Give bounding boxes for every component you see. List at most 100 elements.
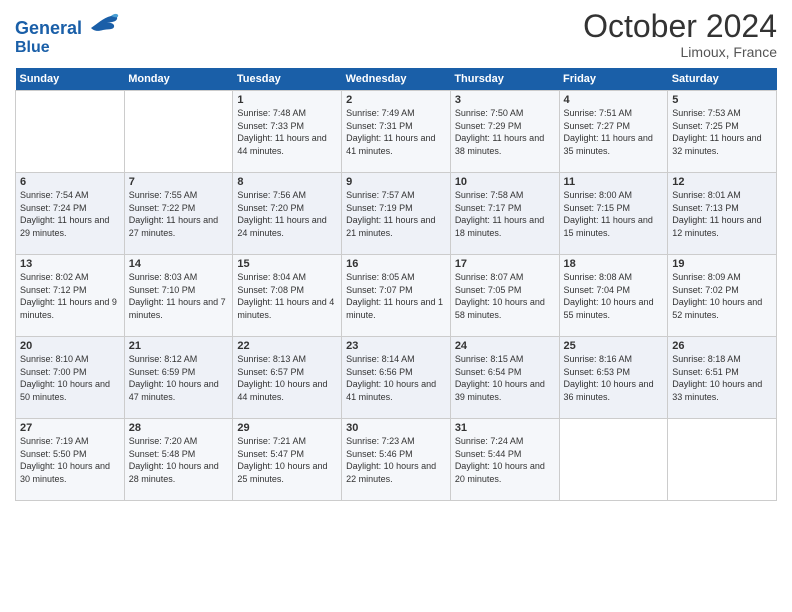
day-header-wednesday: Wednesday [342, 68, 451, 91]
day-number: 8 [237, 176, 337, 188]
day-number: 2 [346, 94, 446, 106]
day-number: 18 [564, 258, 664, 270]
calendar-cell: 30Sunrise: 7:23 AM Sunset: 5:46 PM Dayli… [342, 419, 451, 501]
logo-general: General [15, 18, 82, 38]
week-row-3: 13Sunrise: 8:02 AM Sunset: 7:12 PM Dayli… [16, 255, 777, 337]
day-detail: Sunrise: 8:16 AM Sunset: 6:53 PM Dayligh… [564, 353, 664, 403]
day-detail: Sunrise: 7:49 AM Sunset: 7:31 PM Dayligh… [346, 107, 446, 157]
title-area: October 2024 Limoux, France [583, 10, 777, 60]
logo-text: General [15, 10, 119, 39]
day-number: 19 [672, 258, 772, 270]
week-row-5: 27Sunrise: 7:19 AM Sunset: 5:50 PM Dayli… [16, 419, 777, 501]
day-detail: Sunrise: 8:18 AM Sunset: 6:51 PM Dayligh… [672, 353, 772, 403]
calendar-table: SundayMondayTuesdayWednesdayThursdayFrid… [15, 68, 777, 501]
calendar-cell: 19Sunrise: 8:09 AM Sunset: 7:02 PM Dayli… [668, 255, 777, 337]
logo: General Blue [15, 10, 119, 56]
day-detail: Sunrise: 8:05 AM Sunset: 7:07 PM Dayligh… [346, 271, 446, 321]
day-number: 26 [672, 340, 772, 352]
calendar-cell: 10Sunrise: 7:58 AM Sunset: 7:17 PM Dayli… [450, 173, 559, 255]
day-number: 30 [346, 422, 446, 434]
calendar-cell: 29Sunrise: 7:21 AM Sunset: 5:47 PM Dayli… [233, 419, 342, 501]
calendar-cell: 9Sunrise: 7:57 AM Sunset: 7:19 PM Daylig… [342, 173, 451, 255]
day-detail: Sunrise: 8:10 AM Sunset: 7:00 PM Dayligh… [20, 353, 120, 403]
week-row-4: 20Sunrise: 8:10 AM Sunset: 7:00 PM Dayli… [16, 337, 777, 419]
calendar-cell: 20Sunrise: 8:10 AM Sunset: 7:00 PM Dayli… [16, 337, 125, 419]
day-detail: Sunrise: 7:51 AM Sunset: 7:27 PM Dayligh… [564, 107, 664, 157]
calendar-cell [668, 419, 777, 501]
header: General Blue October 2024 Limoux, France [15, 10, 777, 60]
day-number: 23 [346, 340, 446, 352]
week-row-2: 6Sunrise: 7:54 AM Sunset: 7:24 PM Daylig… [16, 173, 777, 255]
calendar-cell: 5Sunrise: 7:53 AM Sunset: 7:25 PM Daylig… [668, 91, 777, 173]
day-detail: Sunrise: 8:01 AM Sunset: 7:13 PM Dayligh… [672, 189, 772, 239]
calendar-page: General Blue October 2024 Limoux, France… [0, 0, 792, 612]
day-detail: Sunrise: 7:54 AM Sunset: 7:24 PM Dayligh… [20, 189, 120, 239]
location: Limoux, France [583, 44, 777, 60]
day-detail: Sunrise: 7:53 AM Sunset: 7:25 PM Dayligh… [672, 107, 772, 157]
calendar-cell: 22Sunrise: 8:13 AM Sunset: 6:57 PM Dayli… [233, 337, 342, 419]
calendar-cell: 13Sunrise: 8:02 AM Sunset: 7:12 PM Dayli… [16, 255, 125, 337]
day-number: 25 [564, 340, 664, 352]
day-header-saturday: Saturday [668, 68, 777, 91]
calendar-cell: 2Sunrise: 7:49 AM Sunset: 7:31 PM Daylig… [342, 91, 451, 173]
day-detail: Sunrise: 7:20 AM Sunset: 5:48 PM Dayligh… [129, 435, 229, 485]
day-number: 24 [455, 340, 555, 352]
day-detail: Sunrise: 7:50 AM Sunset: 7:29 PM Dayligh… [455, 107, 555, 157]
month-title: October 2024 [583, 10, 777, 42]
day-number: 6 [20, 176, 120, 188]
calendar-cell: 18Sunrise: 8:08 AM Sunset: 7:04 PM Dayli… [559, 255, 668, 337]
calendar-cell: 17Sunrise: 8:07 AM Sunset: 7:05 PM Dayli… [450, 255, 559, 337]
day-header-friday: Friday [559, 68, 668, 91]
day-number: 28 [129, 422, 229, 434]
day-number: 13 [20, 258, 120, 270]
day-number: 7 [129, 176, 229, 188]
calendar-cell [16, 91, 125, 173]
day-number: 21 [129, 340, 229, 352]
day-number: 10 [455, 176, 555, 188]
day-number: 1 [237, 94, 337, 106]
calendar-cell: 16Sunrise: 8:05 AM Sunset: 7:07 PM Dayli… [342, 255, 451, 337]
calendar-cell: 31Sunrise: 7:24 AM Sunset: 5:44 PM Dayli… [450, 419, 559, 501]
week-row-1: 1Sunrise: 7:48 AM Sunset: 7:33 PM Daylig… [16, 91, 777, 173]
calendar-cell: 27Sunrise: 7:19 AM Sunset: 5:50 PM Dayli… [16, 419, 125, 501]
day-number: 12 [672, 176, 772, 188]
day-detail: Sunrise: 7:23 AM Sunset: 5:46 PM Dayligh… [346, 435, 446, 485]
day-detail: Sunrise: 7:24 AM Sunset: 5:44 PM Dayligh… [455, 435, 555, 485]
calendar-cell: 7Sunrise: 7:55 AM Sunset: 7:22 PM Daylig… [124, 173, 233, 255]
logo-bird-icon [89, 10, 119, 34]
day-detail: Sunrise: 8:00 AM Sunset: 7:15 PM Dayligh… [564, 189, 664, 239]
day-detail: Sunrise: 7:21 AM Sunset: 5:47 PM Dayligh… [237, 435, 337, 485]
calendar-cell [559, 419, 668, 501]
day-header-monday: Monday [124, 68, 233, 91]
day-detail: Sunrise: 7:56 AM Sunset: 7:20 PM Dayligh… [237, 189, 337, 239]
calendar-cell: 15Sunrise: 8:04 AM Sunset: 7:08 PM Dayli… [233, 255, 342, 337]
day-number: 29 [237, 422, 337, 434]
header-row: SundayMondayTuesdayWednesdayThursdayFrid… [16, 68, 777, 91]
day-number: 17 [455, 258, 555, 270]
day-detail: Sunrise: 8:09 AM Sunset: 7:02 PM Dayligh… [672, 271, 772, 321]
calendar-cell: 14Sunrise: 8:03 AM Sunset: 7:10 PM Dayli… [124, 255, 233, 337]
day-detail: Sunrise: 8:02 AM Sunset: 7:12 PM Dayligh… [20, 271, 120, 321]
day-number: 15 [237, 258, 337, 270]
calendar-cell: 26Sunrise: 8:18 AM Sunset: 6:51 PM Dayli… [668, 337, 777, 419]
day-header-tuesday: Tuesday [233, 68, 342, 91]
calendar-cell: 23Sunrise: 8:14 AM Sunset: 6:56 PM Dayli… [342, 337, 451, 419]
day-header-thursday: Thursday [450, 68, 559, 91]
day-number: 3 [455, 94, 555, 106]
day-detail: Sunrise: 8:13 AM Sunset: 6:57 PM Dayligh… [237, 353, 337, 403]
day-number: 14 [129, 258, 229, 270]
day-detail: Sunrise: 7:48 AM Sunset: 7:33 PM Dayligh… [237, 107, 337, 157]
calendar-cell: 8Sunrise: 7:56 AM Sunset: 7:20 PM Daylig… [233, 173, 342, 255]
calendar-cell: 4Sunrise: 7:51 AM Sunset: 7:27 PM Daylig… [559, 91, 668, 173]
day-number: 11 [564, 176, 664, 188]
day-detail: Sunrise: 7:19 AM Sunset: 5:50 PM Dayligh… [20, 435, 120, 485]
day-detail: Sunrise: 8:08 AM Sunset: 7:04 PM Dayligh… [564, 271, 664, 321]
day-number: 16 [346, 258, 446, 270]
day-number: 20 [20, 340, 120, 352]
day-number: 5 [672, 94, 772, 106]
day-detail: Sunrise: 7:58 AM Sunset: 7:17 PM Dayligh… [455, 189, 555, 239]
logo-blue: Blue [15, 39, 119, 57]
day-number: 31 [455, 422, 555, 434]
calendar-cell: 28Sunrise: 7:20 AM Sunset: 5:48 PM Dayli… [124, 419, 233, 501]
day-header-sunday: Sunday [16, 68, 125, 91]
